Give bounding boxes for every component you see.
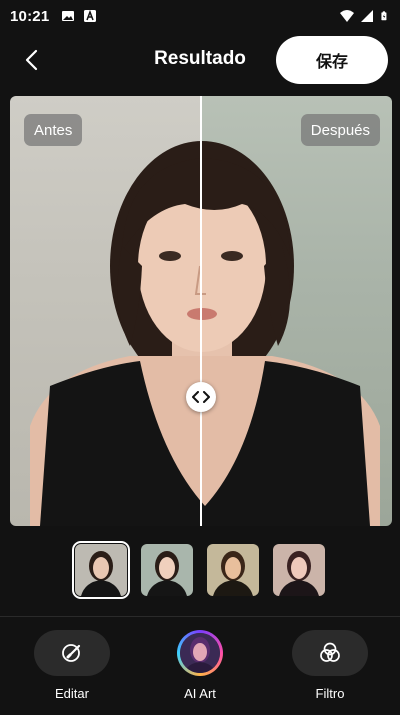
signal-icon	[361, 10, 373, 22]
filter-tool-label: Filtro	[315, 686, 345, 701]
a-box-icon	[84, 9, 97, 22]
thumbnail-image	[273, 544, 325, 596]
battery-icon	[381, 11, 387, 21]
before-label: Antes	[24, 114, 83, 146]
thumbnail-style-4[interactable]	[273, 544, 325, 596]
ai-art-tool-button[interactable]: AI Art	[150, 630, 250, 701]
status-time: 10:21	[10, 7, 50, 25]
comparison-slider-handle[interactable]	[186, 382, 216, 412]
edit-brush-icon	[62, 644, 81, 662]
style-thumbnails	[0, 541, 400, 602]
before-after-comparison[interactable]: Antes Después	[10, 96, 392, 526]
filter-circles-icon	[320, 642, 340, 662]
ai-art-tool-label: AI Art	[184, 686, 216, 701]
divider	[0, 616, 400, 617]
thumbnail-original[interactable]	[72, 541, 130, 599]
edit-tool-button[interactable]: Editar	[22, 630, 122, 701]
save-button[interactable]: 保存	[276, 36, 388, 84]
thumbnail-style-3[interactable]	[207, 544, 259, 596]
thumbnail-image	[141, 544, 193, 596]
left-right-arrows-icon	[192, 391, 210, 403]
after-label: Después	[300, 114, 380, 146]
edit-tool-label: Editar	[55, 686, 89, 701]
status-bar: 10:21	[0, 0, 400, 32]
filter-tool-button[interactable]: Filtro	[280, 630, 380, 701]
thumbnail-image	[75, 544, 127, 596]
thumbnail-style-2[interactable]	[141, 544, 193, 596]
image-icon	[62, 11, 75, 21]
wifi-icon	[340, 10, 354, 22]
header: Resultado 保存	[0, 34, 400, 86]
comparison-divider[interactable]	[200, 96, 202, 526]
thumbnail-image	[207, 544, 259, 596]
bottom-toolbar: Editar AI Art Filtro	[0, 630, 400, 710]
ai-art-avatar-icon	[180, 633, 220, 673]
